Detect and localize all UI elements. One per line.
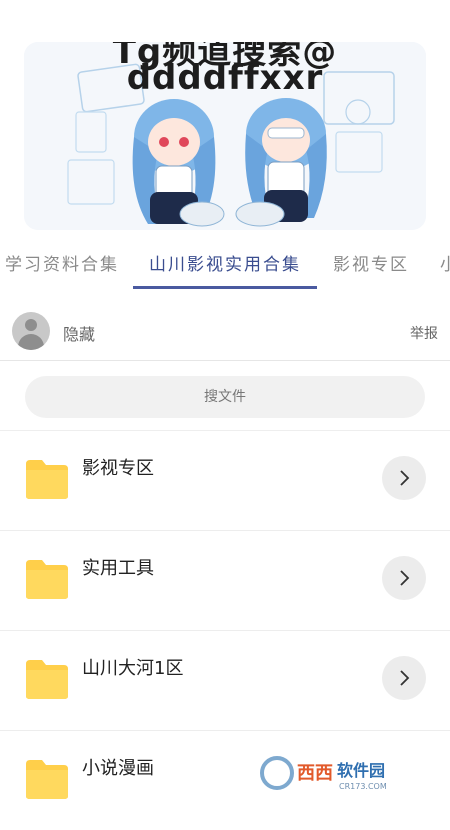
tab-more[interactable]: 小 — [440, 250, 450, 275]
watermark-text-2: 软件园 — [337, 761, 385, 780]
folder-label: 影视专区 — [82, 458, 154, 479]
folder-icon — [26, 760, 68, 799]
uploader-row: 隐藏 举报 — [0, 306, 450, 361]
tab-shanchuan-collection[interactable]: 山川影视实用合集 — [149, 250, 301, 275]
watermark-text-1: 西西 — [297, 763, 333, 784]
avatar[interactable] — [12, 312, 50, 350]
folder-label: 小说漫画 — [82, 758, 154, 779]
folder-row[interactable]: 实用工具 — [0, 530, 450, 631]
watermark-text-3: CR173.COM — [339, 782, 387, 791]
chevron-right-icon[interactable] — [382, 456, 426, 500]
tab-study-materials[interactable]: 学习资料合集 — [5, 250, 119, 275]
folder-row[interactable]: 山川大河1区 — [0, 630, 450, 731]
chevron-right-icon[interactable] — [382, 656, 426, 700]
tab-active-indicator — [133, 286, 317, 289]
banner-image[interactable]: Tg频道搜索@ ddddffxxr — [24, 42, 426, 230]
uploader-name[interactable]: 隐藏 — [63, 321, 95, 345]
folder-label: 山川大河1区 — [82, 658, 184, 679]
chevron-right-icon[interactable] — [382, 556, 426, 600]
folder-label: 实用工具 — [82, 558, 154, 579]
watermark-logo: 西西 软件园 CR173.COM — [257, 752, 432, 794]
folder-row[interactable]: 影视专区 — [0, 430, 450, 531]
search-input[interactable]: 搜文件 — [25, 376, 425, 418]
folder-icon — [26, 660, 68, 699]
banner-text-line2: ddddffxxr — [126, 58, 324, 98]
folder-icon — [26, 560, 68, 599]
report-link[interactable]: 举报 — [410, 323, 438, 343]
tab-video-zone[interactable]: 影视专区 — [333, 250, 409, 275]
category-tabs: 学习资料合集 山川影视实用合集 影视专区 小 — [0, 238, 450, 290]
folder-icon — [26, 460, 68, 499]
search-bar-container: 搜文件 — [0, 362, 450, 431]
